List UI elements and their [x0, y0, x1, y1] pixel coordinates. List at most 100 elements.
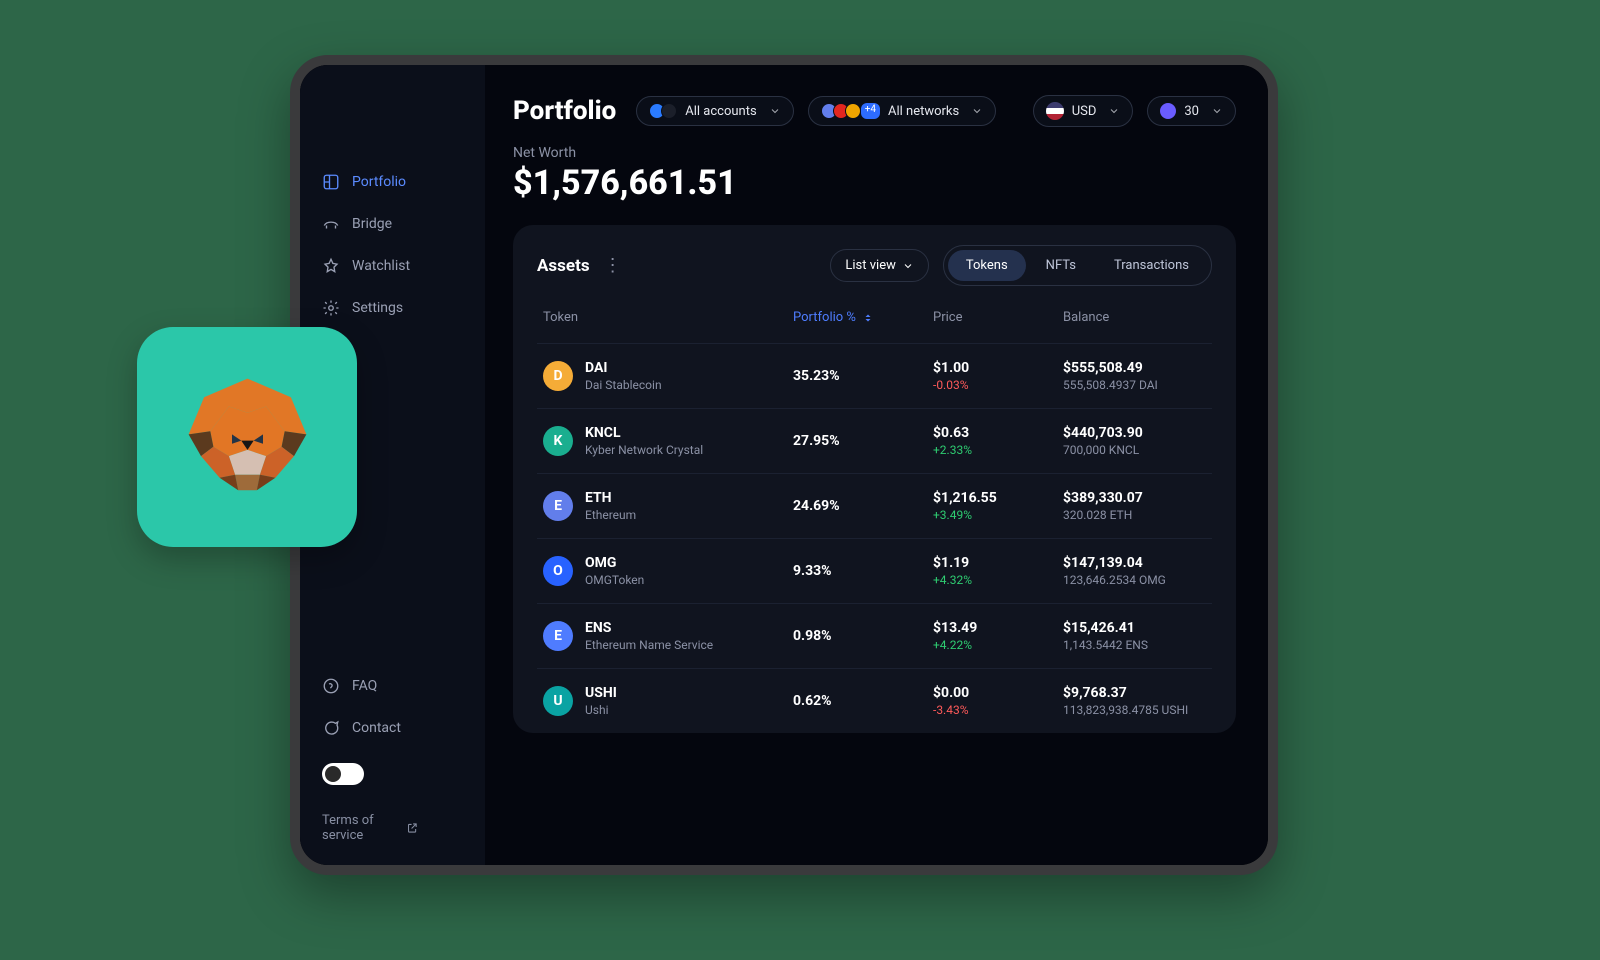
table-row[interactable]: K KNCL Kyber Network Crystal 27.95% $0.6…: [537, 408, 1212, 473]
col-balance[interactable]: Balance: [1063, 310, 1206, 325]
us-flag-icon: [1046, 102, 1064, 120]
chevron-down-icon: [902, 260, 914, 272]
topbar: Portfolio All accounts +4: [513, 95, 1236, 127]
gas-icon: [1160, 103, 1176, 119]
portfolio-pct: 0.98%: [793, 628, 923, 644]
portfolio-pct: 27.95%: [793, 433, 923, 449]
currency-selector[interactable]: USD: [1033, 95, 1134, 127]
price-change: +4.32%: [933, 573, 1053, 587]
currency-label: USD: [1072, 104, 1097, 119]
portfolio-pct: 35.23%: [793, 368, 923, 384]
token-icon: U: [543, 686, 573, 716]
gas-selector[interactable]: 30: [1147, 96, 1236, 126]
networks-label: All networks: [888, 104, 959, 119]
col-token[interactable]: Token: [543, 310, 783, 325]
sidebar-item-faq[interactable]: FAQ: [300, 665, 485, 707]
balance-native: 1,143.5442 ENS: [1063, 638, 1206, 652]
sidebar-item-label: Watchlist: [352, 258, 410, 274]
sidebar-item-bridge[interactable]: Bridge: [300, 203, 485, 245]
networks-extra-badge: +4: [861, 103, 880, 119]
balance-native: 700,000 KNCL: [1063, 443, 1206, 457]
networth-label: Net Worth: [513, 145, 1236, 161]
more-menu-button[interactable]: ⋮: [604, 255, 624, 276]
token-name: Ushi: [585, 703, 617, 717]
table-row[interactable]: E ETH Ethereum 24.69% $1,216.55 +3.49% $…: [537, 473, 1212, 538]
table-row[interactable]: U USHI Ushi 0.62% $0.00 -3.43% $9,768.37…: [537, 668, 1212, 733]
token-name: Dai Stablecoin: [585, 378, 662, 392]
price-change: +3.49%: [933, 508, 1053, 522]
balance-native: 320.028 ETH: [1063, 508, 1206, 522]
tab-nfts[interactable]: NFTs: [1028, 250, 1094, 281]
token-name: Ethereum: [585, 508, 636, 522]
accounts-selector[interactable]: All accounts: [636, 96, 793, 126]
terms-of-service-link[interactable]: Terms of service: [300, 799, 440, 865]
token-icon: K: [543, 426, 573, 456]
main-content: Portfolio All accounts +4: [485, 65, 1268, 865]
token-icon: O: [543, 556, 573, 586]
token-price: $0.63: [933, 425, 1053, 441]
sidebar-item-portfolio[interactable]: Portfolio: [300, 161, 485, 203]
portfolio-pct: 24.69%: [793, 498, 923, 514]
sidebar-item-label: Bridge: [352, 216, 392, 232]
table-row[interactable]: E ENS Ethereum Name Service 0.98% $13.49…: [537, 603, 1212, 668]
table-row[interactable]: O OMG OMGToken 9.33% $1.19 +4.32% $147,1…: [537, 538, 1212, 603]
portfolio-pct: 9.33%: [793, 563, 923, 579]
token-icon: E: [543, 621, 573, 651]
token-price: $1,216.55: [933, 490, 1053, 506]
help-icon: [322, 677, 340, 695]
balance-native: 113,823,938.4785 USHI: [1063, 703, 1206, 717]
view-selector[interactable]: List view: [830, 249, 928, 282]
balance-usd: $440,703.90: [1063, 425, 1206, 441]
networks-selector[interactable]: +4 All networks: [808, 96, 997, 126]
sidebar-item-watchlist[interactable]: Watchlist: [300, 245, 485, 287]
chevron-down-icon: [1108, 105, 1120, 117]
token-symbol: DAI: [585, 360, 662, 376]
balance-native: 555,508.4937 DAI: [1063, 378, 1206, 392]
col-portfolio-pct[interactable]: Portfolio %: [793, 310, 923, 325]
token-name: OMGToken: [585, 573, 644, 587]
accounts-label: All accounts: [685, 104, 756, 119]
price-change: +4.22%: [933, 638, 1053, 652]
bridge-icon: [322, 215, 340, 233]
chevron-down-icon: [769, 105, 781, 117]
tab-tokens[interactable]: Tokens: [948, 250, 1026, 281]
gas-value: 30: [1184, 104, 1199, 119]
balance-usd: $555,508.49: [1063, 360, 1206, 376]
col-price[interactable]: Price: [933, 310, 1053, 325]
token-symbol: ENS: [585, 620, 713, 636]
sidebar-item-label: Settings: [352, 300, 403, 316]
table-row[interactable]: D DAI Dai Stablecoin 35.23% $1.00 -0.03%…: [537, 343, 1212, 408]
token-icon: D: [543, 361, 573, 391]
token-symbol: KNCL: [585, 425, 703, 441]
balance-usd: $389,330.07: [1063, 490, 1206, 506]
balance-native: 123,646.2534 OMG: [1063, 573, 1206, 587]
token-price: $13.49: [933, 620, 1053, 636]
token-price: $0.00: [933, 685, 1053, 701]
portfolio-pct: 0.62%: [793, 693, 923, 709]
balance-usd: $15,426.41: [1063, 620, 1206, 636]
view-label: List view: [845, 258, 895, 273]
sidebar-item-settings[interactable]: Settings: [300, 287, 485, 329]
external-link-icon: [406, 821, 418, 835]
metamask-app-icon: [137, 327, 357, 547]
dashboard-icon: [322, 173, 340, 191]
token-icon: E: [543, 491, 573, 521]
sidebar-item-contact[interactable]: Contact: [300, 707, 485, 749]
theme-toggle[interactable]: [322, 763, 364, 785]
tos-label: Terms of service: [322, 813, 406, 843]
app-screen: Portfolio Bridge Watchlist Settings: [300, 65, 1268, 865]
tab-transactions[interactable]: Transactions: [1096, 250, 1207, 281]
tablet-frame: Portfolio Bridge Watchlist Settings: [290, 55, 1278, 875]
token-name: Kyber Network Crystal: [585, 443, 703, 457]
token-name: Ethereum Name Service: [585, 638, 713, 652]
balance-usd: $9,768.37: [1063, 685, 1206, 701]
price-change: +2.33%: [933, 443, 1053, 457]
sidebar-item-label: Contact: [352, 720, 401, 736]
star-icon: [322, 257, 340, 275]
token-symbol: OMG: [585, 555, 644, 571]
token-symbol: ETH: [585, 490, 636, 506]
table-header: Token Portfolio % Price Balance: [537, 304, 1212, 343]
chevron-down-icon: [971, 105, 983, 117]
sidebar-item-label: Portfolio: [352, 174, 406, 190]
price-change: -3.43%: [933, 703, 1053, 717]
